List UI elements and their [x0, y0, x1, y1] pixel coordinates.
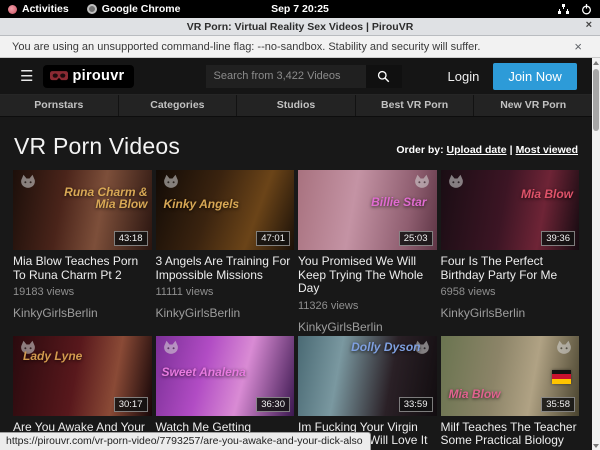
order-by: Order by: Upload date|Most viewed — [396, 144, 578, 160]
video-title[interactable]: Four Is The Perfect Birthday Party For M… — [441, 255, 580, 282]
activities-label: Activities — [22, 3, 69, 15]
duration-badge: 47:01 — [256, 231, 290, 246]
studio-watermark-icon — [162, 174, 180, 194]
thumb-overlay-title: Dolly Dyson — [351, 341, 420, 353]
video-views: 11326 views — [298, 300, 437, 313]
duration-badge: 36:30 — [256, 397, 290, 412]
thumb-overlay-title: Billie Star — [371, 196, 426, 208]
scrollbar[interactable] — [592, 58, 600, 450]
menu-item-pornstars[interactable]: Pornstars — [0, 95, 118, 116]
video-card: Runa Charm & Mia Blow 43:18 Mia Blow Tea… — [13, 170, 152, 334]
vr-goggles-icon — [50, 70, 68, 82]
screen: Activities Google Chrome Sep 7 20:25 VR … — [0, 0, 600, 450]
app-name-label: Google Chrome — [102, 3, 181, 15]
thumb-overlay-title: Mia Blow — [521, 188, 573, 200]
germany-flag-icon — [552, 370, 571, 384]
video-title[interactable]: Milf Teaches The Teacher Some Practical … — [441, 421, 580, 448]
video-title[interactable]: You Promised We Will Keep Trying The Who… — [298, 255, 437, 296]
chrome-icon — [87, 4, 97, 14]
power-icon[interactable] — [581, 4, 592, 15]
order-most-viewed-link[interactable]: Most viewed — [516, 144, 578, 156]
thumb-overlay-title: Sweet Analena — [162, 366, 246, 378]
video-views: 6958 views — [441, 286, 580, 299]
site-navbar: ☰ pirouvr Login Join Now — [0, 58, 592, 94]
duration-badge: 43:18 — [114, 231, 148, 246]
studio-link[interactable]: KinkyGirlsBerlin — [441, 306, 580, 320]
duration-badge: 30:17 — [114, 397, 148, 412]
video-thumb[interactable]: Sweet Analena 36:30 — [156, 336, 295, 416]
search-input[interactable] — [206, 65, 366, 88]
video-card: Kinky Angels 47:01 3 Angels Are Training… — [156, 170, 295, 334]
duration-badge: 25:03 — [399, 231, 433, 246]
duration-badge: 39:36 — [541, 231, 575, 246]
scroll-down-icon[interactable] — [592, 441, 600, 450]
hamburger-menu-icon[interactable]: ☰ — [20, 69, 33, 84]
system-top-bar: Activities Google Chrome Sep 7 20:25 — [0, 0, 600, 18]
studio-watermark-icon — [162, 340, 180, 360]
scrollbar-thumb[interactable] — [593, 69, 599, 131]
network-icon[interactable] — [558, 4, 569, 15]
thumb-overlay-title: Lady Lyne — [23, 350, 82, 362]
duration-badge: 35:58 — [541, 397, 575, 412]
join-now-button[interactable]: Join Now — [493, 63, 576, 90]
order-upload-date-link[interactable]: Upload date — [447, 144, 507, 156]
window-close-icon[interactable]: × — [586, 19, 592, 31]
studio-watermark-icon — [19, 174, 37, 194]
main-menu: Pornstars Categories Studios Best VR Por… — [0, 94, 592, 117]
page-title: VR Porn Videos — [14, 133, 180, 160]
video-thumb[interactable]: Billie Star 25:03 — [298, 170, 437, 250]
warning-close-icon[interactable]: × — [574, 39, 588, 54]
video-card: Mia Blow 39:36 Four Is The Perfect Birth… — [441, 170, 580, 334]
activities-button[interactable]: Activities — [8, 3, 69, 15]
order-separator: | — [507, 144, 516, 156]
browser-viewport: ☰ pirouvr Login Join Now Pornstars Categ… — [0, 58, 600, 450]
thumb-overlay-title: Runa Charm & Mia Blow — [51, 186, 148, 210]
studio-link[interactable]: KinkyGirlsBerlin — [298, 320, 437, 334]
sandbox-warning-text: You are using an unsupported command-lin… — [12, 41, 480, 53]
app-indicator[interactable]: Google Chrome — [87, 3, 181, 15]
search-button[interactable] — [366, 65, 402, 88]
order-by-label: Order by: — [396, 144, 443, 156]
studio-watermark-icon — [447, 174, 465, 194]
scroll-up-icon[interactable] — [592, 58, 600, 67]
studio-watermark-icon — [413, 174, 431, 194]
studio-link[interactable]: KinkyGirlsBerlin — [156, 306, 295, 320]
video-thumb[interactable]: Dolly Dyson 33:59 — [298, 336, 437, 416]
window-title: VR Porn: Virtual Reality Sex Videos | Pi… — [187, 21, 414, 33]
window-title-bar: VR Porn: Virtual Reality Sex Videos | Pi… — [0, 18, 600, 36]
video-views: 11111 views — [156, 286, 295, 299]
logo-text: pirouvr — [72, 68, 124, 84]
video-grid: Runa Charm & Mia Blow 43:18 Mia Blow Tea… — [0, 160, 592, 450]
page-header: VR Porn Videos Order by: Upload date|Mos… — [0, 117, 592, 160]
menu-item-studios[interactable]: Studios — [236, 95, 355, 116]
video-views: 19183 views — [13, 286, 152, 299]
studio-link[interactable]: KinkyGirlsBerlin — [13, 306, 152, 320]
studio-watermark-icon — [555, 340, 573, 360]
video-thumb[interactable]: Mia Blow 35:58 — [441, 336, 580, 416]
activities-icon — [8, 5, 17, 14]
login-link[interactable]: Login — [448, 69, 480, 84]
video-title[interactable]: Mia Blow Teaches Porn To Runa Charm Pt 2 — [13, 255, 152, 282]
search-icon — [377, 70, 390, 83]
video-thumb[interactable]: Kinky Angels 47:01 — [156, 170, 295, 250]
video-thumb[interactable]: Lady Lyne 30:17 — [13, 336, 152, 416]
menu-item-categories[interactable]: Categories — [118, 95, 237, 116]
video-card: Mia Blow 35:58 Milf Teaches The Teacher … — [441, 336, 580, 450]
video-thumb[interactable]: Runa Charm & Mia Blow 43:18 — [13, 170, 152, 250]
thumb-overlay-title: Mia Blow — [449, 388, 501, 400]
video-card: Billie Star 25:03 You Promised We Will K… — [298, 170, 437, 334]
menu-item-new-vr-porn[interactable]: New VR Porn — [473, 95, 592, 116]
duration-badge: 33:59 — [399, 397, 433, 412]
search-bar — [206, 65, 402, 88]
video-title[interactable]: 3 Angels Are Training For Impossible Mis… — [156, 255, 295, 282]
status-url-tooltip: https://pirouvr.com/vr-porn-video/779325… — [0, 432, 371, 450]
video-thumb[interactable]: Mia Blow 39:36 — [441, 170, 580, 250]
site-logo[interactable]: pirouvr — [43, 65, 133, 88]
sandbox-warning-bar: You are using an unsupported command-lin… — [0, 36, 600, 58]
menu-item-best-vr-porn[interactable]: Best VR Porn — [355, 95, 474, 116]
thumb-overlay-title: Kinky Angels — [164, 198, 240, 210]
